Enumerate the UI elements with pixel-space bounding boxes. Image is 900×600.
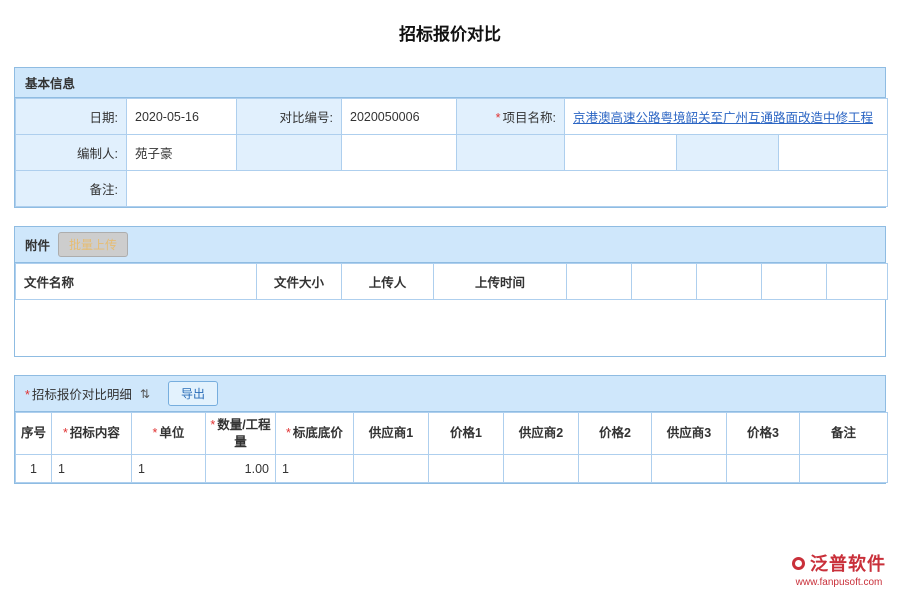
required-mark: * — [496, 111, 501, 125]
project-name-label-text: 项目名称: — [503, 111, 556, 125]
detail-title-text: 招标报价对比明细 — [32, 388, 132, 402]
brand-name: 泛普软件 — [810, 550, 886, 576]
col-quantity: *数量/工程量 — [206, 413, 276, 455]
attachment-col-empty — [697, 264, 762, 300]
cell-remark[interactable] — [800, 455, 888, 483]
empty-value-cell — [342, 135, 457, 171]
attachments-table: 文件名称 文件大小 上传人 上传时间 — [15, 263, 888, 300]
compare-no-value: 2020050006 — [342, 99, 457, 135]
cell-supplier1[interactable] — [354, 455, 429, 483]
creator-label: 编制人: — [16, 135, 127, 171]
cell-price2[interactable] — [579, 455, 652, 483]
attachment-col-uploader: 上传人 — [342, 264, 434, 300]
col-price1: 价格1 — [429, 413, 504, 455]
empty-label-cell — [457, 135, 565, 171]
attachment-col-empty — [827, 264, 888, 300]
cell-price3[interactable] — [727, 455, 800, 483]
batch-upload-button[interactable]: 批量上传 — [58, 232, 128, 257]
cell-supplier3[interactable] — [652, 455, 727, 483]
col-supplier3: 供应商3 — [652, 413, 727, 455]
detail-table: 序号 *招标内容 *单位 *数量/工程量 *标底底价 供应商1 价格1 供应商2… — [15, 412, 888, 483]
attachment-col-empty — [762, 264, 827, 300]
col-bid-content: *招标内容 — [52, 413, 132, 455]
attachment-col-empty — [632, 264, 697, 300]
basic-info-section: 基本信息 日期: 2020-05-16 对比编号: 2020050006 *项目… — [14, 67, 886, 208]
cell-unit[interactable]: 1 — [132, 455, 206, 483]
table-row: 1 1 1 1.00 1 — [16, 455, 888, 483]
page-title: 招标报价对比 — [14, 20, 886, 45]
attachments-section: 附件 批量上传 文件名称 文件大小 上传人 上传时间 — [14, 226, 886, 357]
detail-section: *招标报价对比明细 ⇅ 导出 序号 *招标内容 *单位 *数量/工程量 *标底底… — [14, 375, 886, 484]
col-base-price: *标底底价 — [276, 413, 354, 455]
attachments-header: 附件 批量上传 — [15, 227, 885, 263]
project-link[interactable]: 京港澳高速公路粤境韶关至广州互通路面改造中修工程 — [573, 111, 873, 125]
brand-url: www.fanpusoft.com — [792, 577, 886, 588]
compare-no-label: 对比编号: — [237, 99, 342, 135]
required-mark: * — [63, 426, 68, 440]
attachment-col-filename: 文件名称 — [16, 264, 257, 300]
creator-value: 苑子豪 — [127, 135, 237, 171]
required-mark: * — [25, 388, 30, 402]
cell-bid-content[interactable]: 1 — [52, 455, 132, 483]
detail-header-row: 序号 *招标内容 *单位 *数量/工程量 *标底底价 供应商1 价格1 供应商2… — [16, 413, 888, 455]
attachments-title: 附件 — [25, 235, 50, 254]
required-mark: * — [210, 418, 215, 432]
brand-logo-row: 泛普软件 — [792, 550, 886, 576]
required-mark: * — [286, 426, 291, 440]
attachment-col-uploadtime: 上传时间 — [434, 264, 567, 300]
empty-label-cell — [677, 135, 779, 171]
cell-seq[interactable]: 1 — [16, 455, 52, 483]
project-name-label: *项目名称: — [457, 99, 565, 135]
col-remark: 备注 — [800, 413, 888, 455]
cell-price1[interactable] — [429, 455, 504, 483]
remark-label: 备注: — [16, 171, 127, 207]
col-supplier2: 供应商2 — [504, 413, 579, 455]
export-button[interactable]: 导出 — [168, 381, 218, 406]
brand-logo: 泛普软件 www.fanpusoft.com — [792, 550, 886, 588]
col-seq: 序号 — [16, 413, 52, 455]
page: 招标报价对比 基本信息 日期: 2020-05-16 对比编号: 2020050… — [0, 0, 900, 600]
col-supplier1: 供应商1 — [354, 413, 429, 455]
basic-info-header: 基本信息 — [15, 68, 885, 98]
basic-info-title: 基本信息 — [25, 73, 75, 92]
detail-title: *招标报价对比明细 — [25, 384, 132, 403]
cell-base-price[interactable]: 1 — [276, 455, 354, 483]
cell-quantity[interactable]: 1.00 — [206, 455, 276, 483]
col-price2: 价格2 — [579, 413, 652, 455]
attachments-empty-area — [15, 300, 885, 356]
empty-value-cell — [565, 135, 677, 171]
col-unit: *单位 — [132, 413, 206, 455]
fanpu-logo-icon — [792, 557, 805, 570]
empty-value-cell — [779, 135, 888, 171]
attachment-col-filesize: 文件大小 — [257, 264, 342, 300]
remark-value — [127, 171, 888, 207]
cell-supplier2[interactable] — [504, 455, 579, 483]
project-name-cell: 京港澳高速公路粤境韶关至广州互通路面改造中修工程 — [565, 99, 888, 135]
detail-section-header: *招标报价对比明细 ⇅ 导出 — [15, 376, 885, 412]
empty-label-cell — [237, 135, 342, 171]
date-value: 2020-05-16 — [127, 99, 237, 135]
sort-toggle-icon[interactable]: ⇅ — [140, 387, 150, 401]
attachment-col-empty — [567, 264, 632, 300]
required-mark: * — [153, 426, 158, 440]
col-price3: 价格3 — [727, 413, 800, 455]
basic-info-table: 日期: 2020-05-16 对比编号: 2020050006 *项目名称: 京… — [15, 98, 888, 207]
date-label: 日期: — [16, 99, 127, 135]
